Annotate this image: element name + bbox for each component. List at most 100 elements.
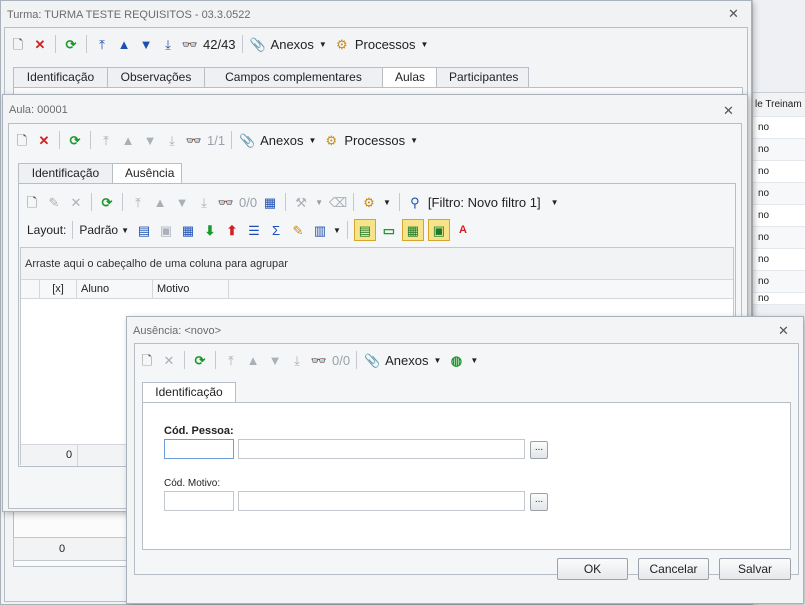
export-icon[interactable]: ▤	[135, 221, 153, 239]
binoculars-icon[interactable]: 👓	[181, 35, 199, 53]
next-record-icon[interactable]: ▼	[173, 193, 191, 211]
cod-pessoa-input[interactable]	[164, 439, 234, 459]
previous-record-icon[interactable]: ▲	[119, 131, 137, 149]
paperclip-icon[interactable]: 📎	[363, 351, 381, 369]
binoculars-icon[interactable]: 👓	[185, 131, 203, 149]
last-record-icon[interactable]: ⤓	[288, 351, 306, 369]
chevron-down-icon[interactable]: ▼	[433, 356, 441, 365]
delete-icon[interactable]: ✕	[35, 131, 53, 149]
previous-record-icon[interactable]: ▲	[244, 351, 262, 369]
window-title: Aula: 00001	[9, 104, 68, 116]
edit-icon[interactable]: ✎	[45, 193, 63, 211]
gears-icon[interactable]: ⚙	[333, 35, 351, 53]
bar-chart-icon[interactable]: ▥	[311, 221, 329, 239]
refresh-icon[interactable]: ⟳	[66, 131, 84, 149]
cancel-button[interactable]: Cancelar	[638, 558, 709, 580]
ausencia-tabs: Identificação	[142, 382, 236, 403]
delete-icon[interactable]: ✕	[31, 35, 49, 53]
cod-motivo-lookup-button[interactable]: ...	[530, 493, 548, 511]
text-color-icon[interactable]: A	[454, 221, 472, 239]
columns-icon[interactable]: ☰	[245, 221, 263, 239]
highlight-icon[interactable]: ✎	[289, 221, 307, 239]
chevron-down-icon[interactable]: ▼	[470, 356, 478, 365]
print-icon[interactable]: ▣	[157, 221, 175, 239]
tab-identificacao[interactable]: Identificação	[18, 163, 113, 183]
view-split-icon[interactable]: ▣	[427, 219, 450, 241]
delete-icon[interactable]: ✕	[67, 193, 85, 211]
previous-record-icon[interactable]: ▲	[151, 193, 169, 211]
last-record-icon[interactable]: ⤓	[163, 131, 181, 149]
delete-icon[interactable]: ✕	[160, 351, 178, 369]
first-record-icon[interactable]: ⤒	[129, 193, 147, 211]
column-header-motivo[interactable]: Motivo	[153, 280, 229, 299]
gears-icon[interactable]: ⚙	[322, 131, 340, 149]
tab-aulas[interactable]: Aulas	[382, 67, 437, 88]
eraser-icon[interactable]: ⌫	[329, 193, 347, 211]
close-icon[interactable]: ✕	[778, 324, 789, 337]
calendar-icon[interactable]: ▦	[261, 193, 279, 211]
tab-observacoes[interactable]: Observações	[107, 67, 205, 87]
close-icon[interactable]: ✕	[723, 104, 734, 117]
column-header-check[interactable]: [x]	[39, 280, 77, 299]
chevron-down-icon[interactable]: ▼	[315, 198, 323, 207]
chevron-down-icon[interactable]: ▼	[410, 136, 418, 145]
attachments-menu[interactable]: Anexos	[271, 37, 314, 52]
processes-menu[interactable]: Processos	[355, 37, 416, 52]
tab-participantes[interactable]: Participantes	[436, 67, 529, 87]
sum-icon[interactable]: Σ	[267, 221, 285, 239]
first-record-icon[interactable]: ⤒	[222, 351, 240, 369]
cod-motivo-input[interactable]	[164, 491, 234, 511]
next-record-icon[interactable]: ▼	[266, 351, 284, 369]
paperclip-icon[interactable]: 📎	[249, 35, 267, 53]
chevron-down-icon[interactable]: ▼	[421, 40, 429, 49]
tab-identificacao[interactable]: Identificação	[142, 382, 236, 403]
chevron-down-icon[interactable]: ▼	[121, 226, 129, 235]
tab-campos-complementares[interactable]: Campos complementares	[204, 67, 383, 87]
binoculars-icon[interactable]: 👓	[217, 193, 235, 211]
save-button[interactable]: Salvar	[719, 558, 791, 580]
chevron-down-icon[interactable]: ▼	[333, 226, 341, 235]
chevron-down-icon[interactable]: ▼	[308, 136, 316, 145]
globe-icon[interactable]: ◍	[447, 351, 465, 369]
close-icon[interactable]: ✕	[728, 7, 739, 20]
refresh-icon[interactable]: ⟳	[98, 193, 116, 211]
view-grid-icon[interactable]: ▤	[353, 219, 376, 241]
layout-select[interactable]: Padrão	[79, 223, 118, 237]
attachments-menu[interactable]: Anexos	[260, 133, 303, 148]
tab-identificacao[interactable]: Identificação	[13, 67, 108, 87]
grid-icon[interactable]: ▦	[179, 221, 197, 239]
refresh-icon[interactable]: ⟳	[191, 351, 209, 369]
first-record-icon[interactable]: ⤒	[97, 131, 115, 149]
last-record-icon[interactable]: ⤓	[159, 35, 177, 53]
attachments-menu[interactable]: Anexos	[385, 353, 428, 368]
chevron-down-icon[interactable]: ▼	[383, 198, 391, 207]
tab-ausencia[interactable]: Ausência	[112, 163, 182, 184]
refresh-icon[interactable]: ⟳	[62, 35, 80, 53]
binoculars-icon[interactable]: 👓	[310, 351, 328, 369]
column-header-aluno[interactable]: Aluno	[77, 280, 153, 299]
tools-icon[interactable]: ⚒	[292, 193, 310, 211]
ok-button[interactable]: OK	[557, 558, 628, 580]
view-form-icon[interactable]: ▭	[380, 221, 398, 239]
filter-menu[interactable]: [Filtro: Novo filtro 1]	[428, 195, 541, 210]
upload-icon[interactable]: ⬆	[223, 221, 241, 239]
new-document-icon[interactable]: 🗋	[13, 131, 31, 149]
last-record-icon[interactable]: ⤓	[195, 193, 213, 211]
next-record-icon[interactable]: ▼	[141, 131, 159, 149]
new-document-icon[interactable]: 🗋	[138, 351, 156, 369]
new-document-icon[interactable]: 🗋	[9, 35, 27, 53]
chevron-down-icon[interactable]: ▼	[319, 40, 327, 49]
chevron-down-icon[interactable]: ▼	[551, 198, 559, 207]
filter-icon[interactable]: ⚲	[406, 193, 424, 211]
toolbar-separator	[90, 131, 91, 149]
gears-icon[interactable]: ⚙	[360, 193, 378, 211]
previous-record-icon[interactable]: ▲	[115, 35, 133, 53]
view-table-icon[interactable]: ▦	[401, 219, 424, 241]
cod-pessoa-lookup-button[interactable]: ...	[530, 441, 548, 459]
import-icon[interactable]: ⬇	[201, 221, 219, 239]
processes-menu[interactable]: Processos	[344, 133, 405, 148]
paperclip-icon[interactable]: 📎	[238, 131, 256, 149]
first-record-icon[interactable]: ⤒	[93, 35, 111, 53]
new-document-icon[interactable]: 🗋	[23, 193, 41, 211]
next-record-icon[interactable]: ▼	[137, 35, 155, 53]
